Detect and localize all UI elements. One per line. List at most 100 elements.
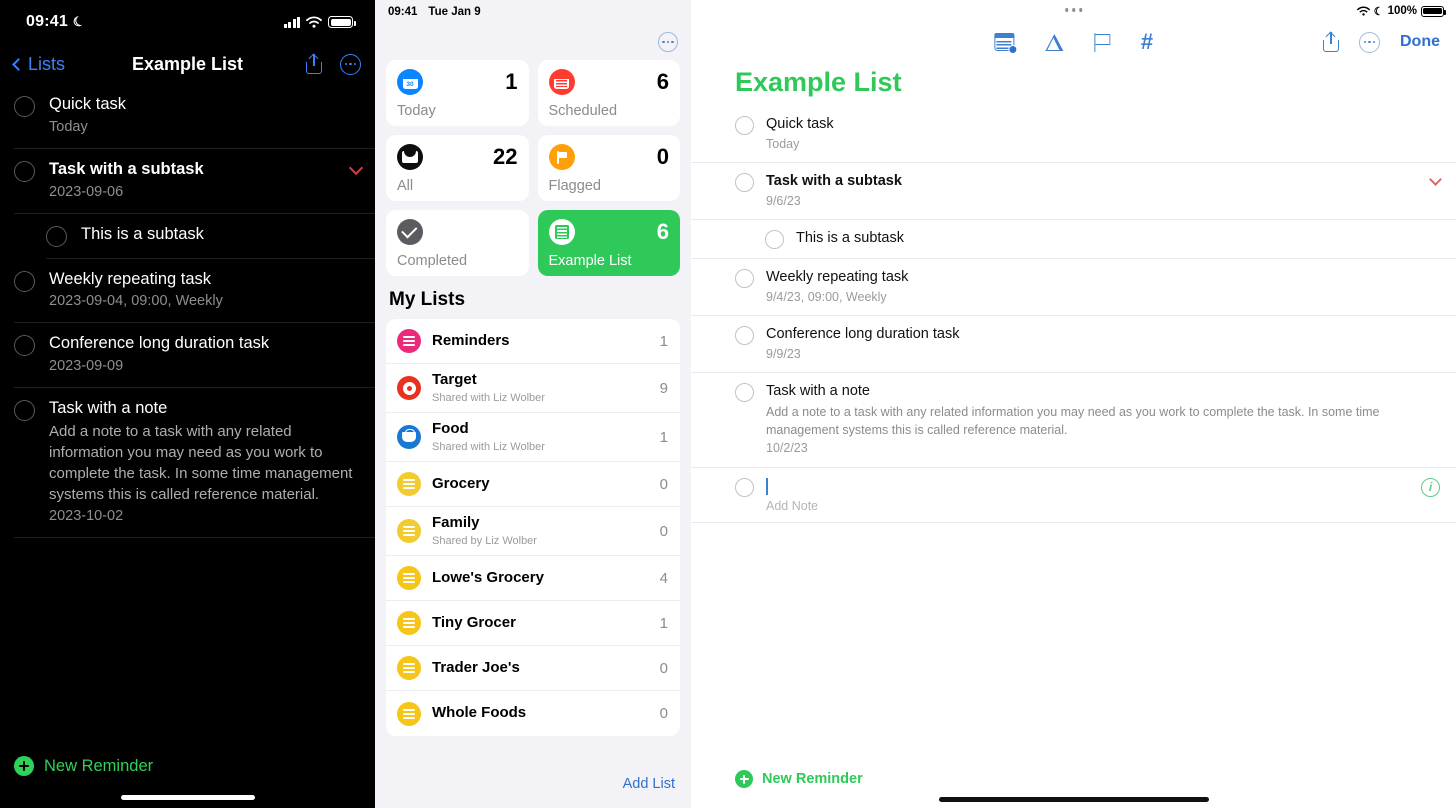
multitask-handle-icon[interactable] [1064, 8, 1083, 12]
table-row[interactable]: Quick task Today [691, 106, 1456, 164]
complete-checkbox[interactable] [735, 269, 754, 289]
complete-checkbox[interactable] [14, 160, 35, 182]
calendar-clock-icon[interactable] [993, 33, 1017, 54]
complete-checkbox[interactable] [735, 116, 754, 135]
list-lines-icon [397, 566, 421, 591]
table-row[interactable]: Weekly repeating task 9/4/23, 09:00, Wee… [691, 259, 1456, 317]
smart-card-scheduled[interactable]: 6 Scheduled [537, 60, 680, 126]
complete-checkbox[interactable] [765, 230, 784, 250]
smart-card-flagged[interactable]: 0 Flagged [537, 135, 680, 201]
complete-checkbox[interactable] [14, 96, 35, 117]
inbox-icon [397, 144, 423, 170]
done-button[interactable]: Done [1400, 33, 1440, 51]
task-title: Weekly repeating task [766, 269, 909, 286]
task-title: Quick task [49, 95, 127, 113]
complete-checkbox[interactable] [735, 326, 754, 346]
share-icon[interactable] [306, 53, 322, 74]
list-lines-icon [397, 611, 421, 636]
card-count: 6 [656, 69, 669, 94]
complete-checkbox[interactable] [46, 225, 67, 247]
list-item[interactable]: Trader Joe's 0 [386, 646, 680, 692]
list-name: Whole Foods [432, 704, 527, 722]
list-item[interactable]: Grocery 0 [386, 462, 680, 508]
card-label: Today [397, 103, 436, 119]
list-item[interactable]: Lowe's Grocery 4 [386, 556, 680, 602]
middle-status-bar: 09:41 Tue Jan 9 [375, 0, 691, 24]
add-note-input[interactable]: Add Note [766, 499, 1409, 513]
task-subtitle: Today [49, 118, 88, 135]
hashtag-icon[interactable]: # [1141, 31, 1153, 53]
chevron-left-icon [12, 57, 25, 71]
chevron-down-icon[interactable] [1429, 173, 1442, 186]
flag-icon[interactable] [1093, 32, 1111, 52]
left-phone-panel: 09:41 ☾ Lists Example List Quick task To… [0, 0, 375, 808]
location-arrow-icon[interactable] [1044, 32, 1064, 52]
complete-checkbox[interactable] [14, 270, 35, 292]
table-row[interactable]: Task with a subtask 2023-09-06 [14, 149, 375, 214]
list-item[interactable]: Family Shared by Liz Wolber 0 [386, 507, 680, 557]
complete-checkbox[interactable] [14, 400, 35, 422]
smart-card-completed[interactable]: Completed [386, 210, 529, 276]
share-icon[interactable] [1323, 31, 1339, 52]
ellipsis-circle-icon[interactable] [1359, 31, 1380, 53]
table-row[interactable]: Conference long duration task 2023-09-09 [14, 323, 375, 389]
task-body: Weekly repeating task 9/4/23, 09:00, Wee… [766, 268, 1440, 306]
new-reminder-button[interactable]: New Reminder [14, 756, 153, 776]
list-name: Reminders [432, 331, 510, 349]
moon-icon: ☾ [70, 12, 87, 31]
ellipsis-circle-icon[interactable] [340, 53, 361, 75]
complete-checkbox[interactable] [14, 335, 35, 357]
status-time: 09:41 [388, 6, 418, 18]
right-toolbar: # Done [691, 22, 1456, 62]
table-row[interactable]: Task with a subtask 9/6/23 [691, 163, 1456, 221]
page-title: Example List [735, 67, 902, 97]
table-row[interactable]: Quick task Today [14, 84, 375, 149]
flag-icon [548, 144, 575, 170]
complete-checkbox[interactable] [735, 477, 754, 497]
task-body: This is a subtask [796, 229, 1440, 249]
back-to-lists-button[interactable]: Lists [12, 54, 65, 75]
title-input-wrap[interactable] [766, 477, 1409, 495]
list-item[interactable]: Reminders 1 [386, 319, 680, 364]
table-row[interactable]: Conference long duration task 9/9/23 [691, 316, 1456, 374]
new-reminder-label: New Reminder [762, 771, 863, 787]
complete-checkbox[interactable] [735, 173, 754, 193]
battery-label: 100% [1387, 5, 1417, 17]
list-item[interactable]: Target Shared with Liz Wolber 9 [386, 364, 680, 414]
smart-card-all[interactable]: 22 All [386, 135, 529, 201]
list-item[interactable]: Food Shared with Liz Wolber 1 [386, 413, 680, 463]
card-top: 22 [397, 144, 518, 170]
table-row[interactable]: Weekly repeating task 2023-09-04, 09:00,… [14, 259, 375, 324]
list-lines-icon [397, 519, 421, 544]
list-count: 9 [659, 379, 668, 397]
smart-card-today[interactable]: 30 1 Today [386, 60, 529, 126]
table-row[interactable]: This is a subtask [691, 220, 1456, 260]
list-text: Food Shared with Liz Wolber [432, 420, 649, 454]
add-list-button[interactable]: Add List [623, 776, 675, 792]
list-item[interactable]: Whole Foods 0 [386, 691, 680, 736]
new-reminder-button[interactable]: New Reminder [735, 770, 863, 788]
task-title: Task with a subtask [766, 173, 902, 190]
smart-card-example-list[interactable]: 6 Example List [537, 210, 680, 276]
table-row[interactable]: Task with a note Add a note to a task wi… [691, 373, 1456, 468]
task-subtitle: 2023-09-09 [49, 358, 124, 375]
ellipsis-circle-icon[interactable] [658, 32, 678, 52]
wifi-icon [1356, 6, 1370, 16]
moon-icon: ☾ [1373, 5, 1384, 18]
new-reminder-input-row[interactable]: Add Note i [691, 468, 1456, 523]
table-row[interactable]: Task with a note Add a note to a task wi… [14, 388, 375, 538]
chevron-down-icon[interactable] [348, 160, 364, 175]
task-body: Quick task Today [49, 94, 361, 137]
table-row[interactable]: This is a subtask [46, 214, 375, 259]
info-circle-icon[interactable]: i [1421, 477, 1440, 497]
task-body: Weekly repeating task 2023-09-04, 09:00,… [49, 269, 361, 312]
task-body: Conference long duration task 2023-09-09 [49, 333, 361, 376]
card-top: 6 [548, 69, 669, 95]
task-subtitle: 2023-09-04, 09:00, Weekly [49, 293, 223, 310]
task-body: This is a subtask [81, 224, 361, 246]
task-title: Task with a note [49, 399, 168, 418]
list-count: 1 [659, 614, 668, 632]
list-item[interactable]: Tiny Grocer 1 [386, 601, 680, 647]
task-body: Task with a note Add a note to a task wi… [49, 398, 361, 526]
complete-checkbox[interactable] [735, 383, 754, 403]
